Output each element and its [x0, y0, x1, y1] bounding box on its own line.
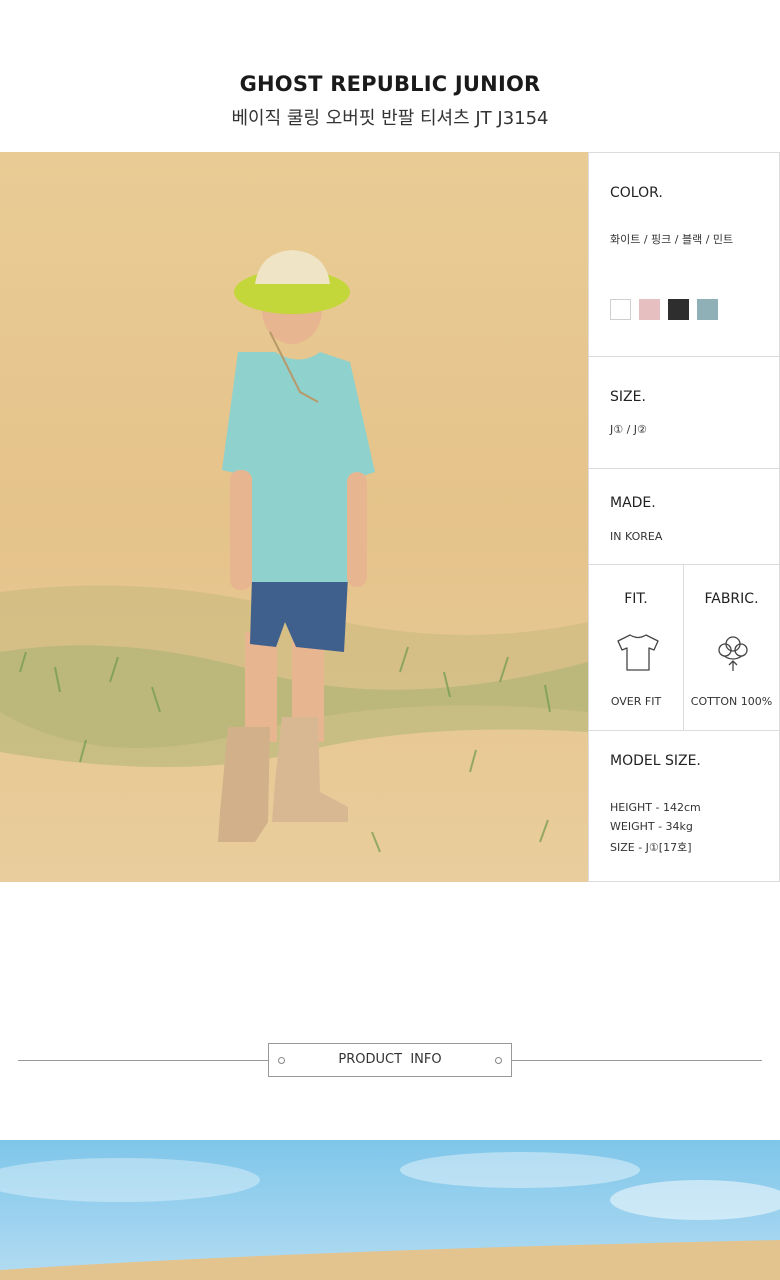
model-size-title: MODEL SIZE.	[610, 753, 701, 769]
size-value: J① / J②	[610, 423, 647, 436]
swatch-pink[interactable]	[639, 299, 660, 320]
tshirt-icon	[617, 634, 659, 671]
model-size: SIZE - J①[17호]	[610, 841, 692, 854]
color-section: COLOR. 화이트 / 핑크 / 블랙 / 민트	[589, 153, 779, 357]
dot-right-icon	[495, 1057, 502, 1064]
swatch-white[interactable]	[610, 299, 631, 320]
size-title: SIZE.	[610, 389, 646, 405]
fabric-value: COTTON 100%	[690, 695, 773, 708]
detail-photo	[0, 1140, 780, 1280]
product-photo	[0, 152, 588, 882]
model-weight: WEIGHT - 34kg	[610, 820, 693, 833]
size-section: SIZE. J① / J②	[589, 357, 779, 469]
product-info-header: PRODUCT INFO	[268, 1043, 512, 1077]
swatch-black[interactable]	[668, 299, 689, 320]
fit-title: FIT.	[624, 591, 648, 607]
product-title: 베이직 쿨링 오버핏 반팔 티셔츠 JT J3154	[231, 108, 549, 129]
model-photo-illustration	[0, 152, 588, 882]
product-info-label: PRODUCT INFO	[338, 1052, 442, 1067]
brand-name: GHOST REPUBLIC JUNIOR	[239, 72, 541, 96]
fit-cell: FIT. OVER FIT	[589, 565, 684, 731]
cotton-icon	[718, 636, 748, 671]
divider-left	[18, 1060, 268, 1061]
fabric-title: FABRIC.	[704, 591, 759, 607]
fit-fabric-section: FIT. OVER FIT FABRIC. COTTON 100%	[589, 565, 779, 731]
made-title: MADE.	[610, 495, 656, 511]
color-options: 화이트 / 핑크 / 블랙 / 민트	[610, 233, 734, 246]
model-size-section: MODEL SIZE. HEIGHT - 142cm WEIGHT - 34kg…	[589, 731, 779, 881]
color-title: COLOR.	[610, 185, 663, 201]
sky-dune-illustration	[0, 1152, 780, 1280]
dot-left-icon	[278, 1057, 285, 1064]
model-height: HEIGHT - 142cm	[610, 801, 701, 814]
fit-value: OVER FIT	[610, 695, 662, 708]
fabric-cell: FABRIC. COTTON 100%	[684, 565, 779, 731]
swatch-mint[interactable]	[697, 299, 718, 320]
made-section: MADE. IN KOREA	[589, 469, 779, 565]
product-info-panel: COLOR. 화이트 / 핑크 / 블랙 / 민트 SIZE. J① / J② …	[588, 152, 780, 882]
made-value: IN KOREA	[610, 530, 663, 543]
divider-right	[512, 1060, 762, 1061]
